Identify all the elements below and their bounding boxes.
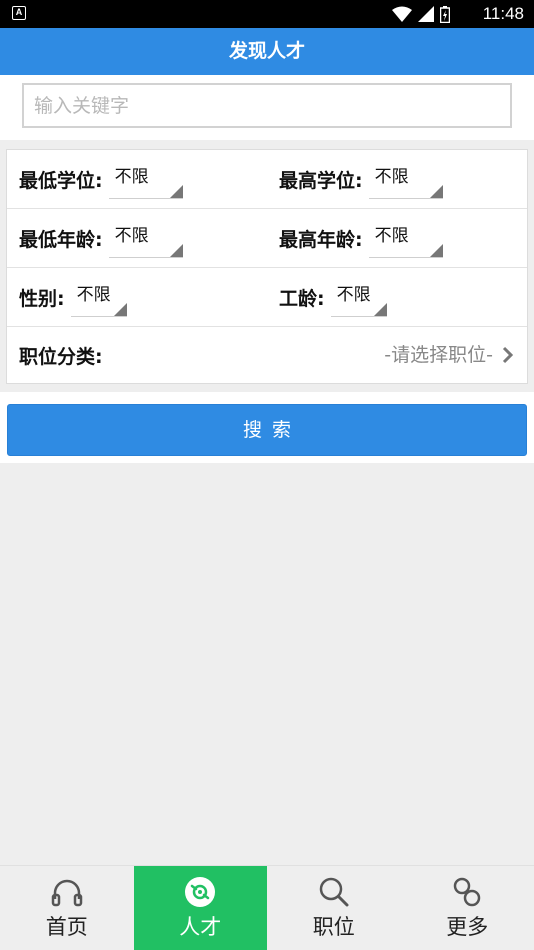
link-icon [454,877,481,907]
min-age-label: 最低年龄: [19,229,103,251]
max-age-value: 不限 [374,225,409,246]
min-degree-dropdown[interactable]: 不限 [108,161,183,199]
dropdown-arrow-icon [113,302,127,316]
gender-dropdown[interactable]: 不限 [70,279,127,317]
nav-talent-label: 人才 [179,915,222,939]
gender-filter: 性别: 不限 [19,268,127,327]
max-degree-dropdown[interactable]: 不限 [368,161,443,199]
nav-jobs[interactable]: 职位 [267,866,401,950]
category-selector[interactable]: 职位分类: -请选择职位- [7,327,527,383]
notification-icon: A [12,6,26,20]
dropdown-arrow-icon [169,184,183,198]
min-degree-filter: 最低学位: 不限 [19,150,183,209]
degree-filter-row: 最低学位: 不限 最高学位: 不限 [7,150,527,209]
results-area [0,463,534,865]
max-age-filter: 最高年龄: 不限 [279,209,443,268]
search-button-section: 搜索 [0,392,534,463]
headphones-icon [51,879,82,907]
bottom-nav: 首页 人才 职位 更多 [0,865,534,950]
category-label-cell: 职位分类: [19,327,103,383]
age-filter-row: 最低年龄: 不限 最高年龄: 不限 [7,209,527,268]
seniority-dropdown[interactable]: 不限 [330,279,387,317]
keyword-search-input[interactable] [22,83,512,128]
search-button[interactable]: 搜索 [7,404,527,456]
dropdown-arrow-icon [429,184,443,198]
wifi-icon [392,6,412,22]
clock: 11:48 [482,4,524,23]
chevron-right-icon [502,346,514,364]
dropdown-arrow-icon [169,243,183,257]
search-section [0,75,534,140]
gender-seniority-row: 性别: 不限 工龄: 不限 [7,268,527,327]
seniority-filter: 工龄: 不限 [279,268,387,327]
max-age-label: 最高年龄: [279,229,363,251]
dropdown-arrow-icon [429,243,443,257]
max-age-dropdown[interactable]: 不限 [368,220,443,258]
seniority-label: 工龄: [279,288,325,310]
min-degree-label: 最低学位: [19,170,103,192]
search-icon [319,877,349,907]
filter-panel: 最低学位: 不限 最高学位: 不限 最低年龄: 不限 最高年龄: 不限 性别: … [6,149,528,384]
category-placeholder: -请选择职位- [384,344,493,366]
nav-more-label: 更多 [446,915,489,939]
gender-value: 不限 [76,284,111,305]
status-icons [392,5,450,23]
min-degree-value: 不限 [114,166,149,187]
page-title: 发现人才 [0,28,534,75]
category-label: 职位分类: [19,345,103,368]
min-age-filter: 最低年龄: 不限 [19,209,183,268]
min-age-dropdown[interactable]: 不限 [108,220,183,258]
nav-jobs-label: 职位 [312,915,355,939]
min-age-value: 不限 [114,225,149,246]
talent-icon [185,877,216,907]
nav-home-label: 首页 [45,915,88,939]
seniority-value: 不限 [336,284,371,305]
nav-home[interactable]: 首页 [0,866,134,950]
nav-more[interactable]: 更多 [401,866,534,950]
max-degree-value: 不限 [374,166,409,187]
max-degree-filter: 最高学位: 不限 [279,150,443,209]
dropdown-arrow-icon [373,302,387,316]
gender-label: 性别: [19,288,65,310]
status-bar: A 11:48 [0,0,534,28]
signal-icon [418,6,434,22]
nav-talent[interactable]: 人才 [133,866,267,950]
max-degree-label: 最高学位: [279,170,363,192]
battery-icon [440,5,450,23]
